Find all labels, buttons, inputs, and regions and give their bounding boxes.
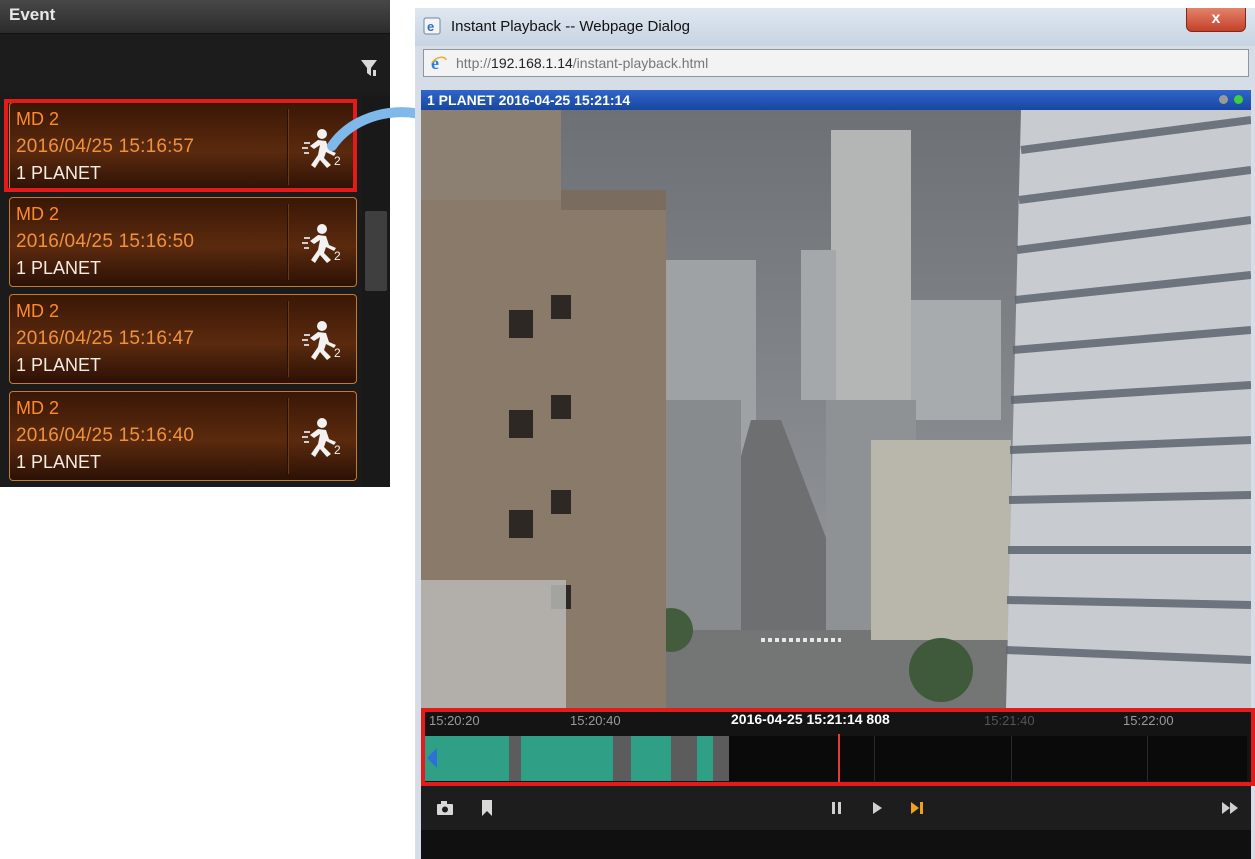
url-text: http://192.168.1.14/instant-playback.htm…: [456, 55, 708, 71]
timeline-recorded-segment: [521, 736, 613, 781]
timeline-prev-arrow-icon[interactable]: [427, 748, 437, 768]
playback-control-bar: [421, 786, 1251, 830]
snapshot-icon[interactable]: [435, 798, 455, 818]
dialog-titlebar: e Instant Playback -- Webpage Dialog x: [415, 8, 1255, 46]
play-icon[interactable]: [867, 798, 887, 818]
event-time: 2016/04/25 15:16:57: [16, 136, 195, 157]
event-camera: 1 PLANET: [16, 163, 102, 183]
fast-forward-icon[interactable]: [1220, 798, 1240, 818]
timeline-tick-label: 15:21:40: [984, 713, 1035, 728]
divider: [287, 301, 288, 377]
filter-icon[interactable]: [360, 58, 378, 78]
filter-bar: [0, 34, 390, 92]
event-type: MD 2: [16, 301, 60, 321]
event-panel: Event MD 2 2016/04/25 15:16:57 1 PLANET …: [0, 0, 390, 487]
event-camera: 1 PLANET: [16, 452, 102, 472]
ie-icon: e: [431, 54, 447, 72]
event-time: 2016/04/25 15:16:50: [16, 231, 195, 252]
divider: [287, 204, 288, 280]
timeline-recorded-segment: [697, 736, 713, 781]
motion-person-icon: 2: [302, 321, 341, 360]
timeline-track[interactable]: [425, 734, 1247, 783]
event-card-1[interactable]: MD 2 2016/04/25 15:16:57 1 PLANET 2: [9, 102, 357, 192]
timeline-gap-segment: [713, 736, 729, 781]
event-time: 2016/04/25 15:16:40: [16, 425, 195, 446]
timeline-gap-segment: [509, 736, 521, 781]
scrollbar-thumb[interactable]: [365, 211, 387, 291]
bookmark-icon[interactable]: [477, 798, 497, 818]
event-type: MD 2: [16, 398, 60, 418]
event-type: MD 2: [16, 109, 60, 129]
dialog-title: Instant Playback -- Webpage Dialog: [451, 18, 691, 35]
svg-text:e: e: [427, 19, 434, 34]
event-panel-title: Event: [9, 5, 56, 24]
event-card-2[interactable]: MD 2 2016/04/25 15:16:50 1 PLANET 2: [9, 197, 357, 287]
dialog-status-bar: [421, 830, 1251, 859]
url-path: /instant-playback.html: [572, 55, 709, 71]
timeline-tick-label: 15:20:40: [570, 713, 621, 728]
timeline-recorded-segment: [631, 736, 671, 781]
close-button[interactable]: x: [1186, 8, 1246, 32]
status-dot-gray: [1219, 95, 1228, 104]
url-prefix: http://: [456, 55, 492, 71]
divider: [287, 398, 288, 474]
event-time: 2016/04/25 15:16:47: [16, 328, 195, 349]
divider: [287, 109, 288, 185]
timeline-gridline: [1011, 736, 1012, 781]
event-camera: 1 PLANET: [16, 355, 102, 375]
timeline-playhead[interactable]: [838, 734, 840, 783]
event-list: MD 2 2016/04/25 15:16:57 1 PLANET 2 MD 2…: [0, 96, 362, 487]
timeline-tick-label: 15:20:20: [429, 713, 480, 728]
instant-playback-dialog: e Instant Playback -- Webpage Dialog x e…: [415, 8, 1255, 859]
event-panel-header: Event: [0, 0, 390, 34]
address-bar: e http://192.168.1.14/instant-playback.h…: [423, 49, 1249, 77]
step-frame-icon[interactable]: [907, 798, 927, 818]
playback-timeline[interactable]: 15:20:20 15:20:40 2016-04-25 15:21:14 80…: [421, 708, 1251, 786]
city-street-camera-image: [421, 110, 1251, 708]
video-camera-label: 1 PLANET 2016-04-25 15:21:14: [427, 92, 631, 108]
timeline-gap-segment: [613, 736, 631, 781]
timeline-labels: 15:20:20 15:20:40 2016-04-25 15:21:14 80…: [421, 708, 1251, 732]
motion-person-icon: 2: [302, 224, 341, 263]
status-dot-green: [1234, 95, 1243, 104]
event-card-4[interactable]: MD 2 2016/04/25 15:16:40 1 PLANET 2: [9, 391, 357, 481]
video-header: 1 PLANET 2016-04-25 15:21:14: [421, 90, 1251, 110]
svg-text:2: 2: [334, 249, 341, 263]
svg-text:2: 2: [334, 443, 341, 457]
timeline-gridline: [1147, 736, 1148, 781]
video-view[interactable]: [421, 110, 1251, 708]
timeline-gap-segment: [671, 736, 697, 781]
pause-icon[interactable]: [827, 798, 847, 818]
event-type: MD 2: [16, 204, 60, 224]
timeline-gridline: [874, 736, 875, 781]
motion-person-icon: 2: [302, 418, 341, 457]
event-card-3[interactable]: MD 2 2016/04/25 15:16:47 1 PLANET 2: [9, 294, 357, 384]
url-host: 192.168.1.14: [491, 55, 573, 71]
timeline-current-time: 2016-04-25 15:21:14 808: [731, 711, 890, 727]
svg-text:2: 2: [334, 346, 341, 360]
timeline-tick-label: 15:22:00: [1123, 713, 1174, 728]
ie-page-icon: e: [423, 17, 441, 35]
timeline-recorded-segment: [425, 736, 509, 781]
event-camera: 1 PLANET: [16, 258, 102, 278]
